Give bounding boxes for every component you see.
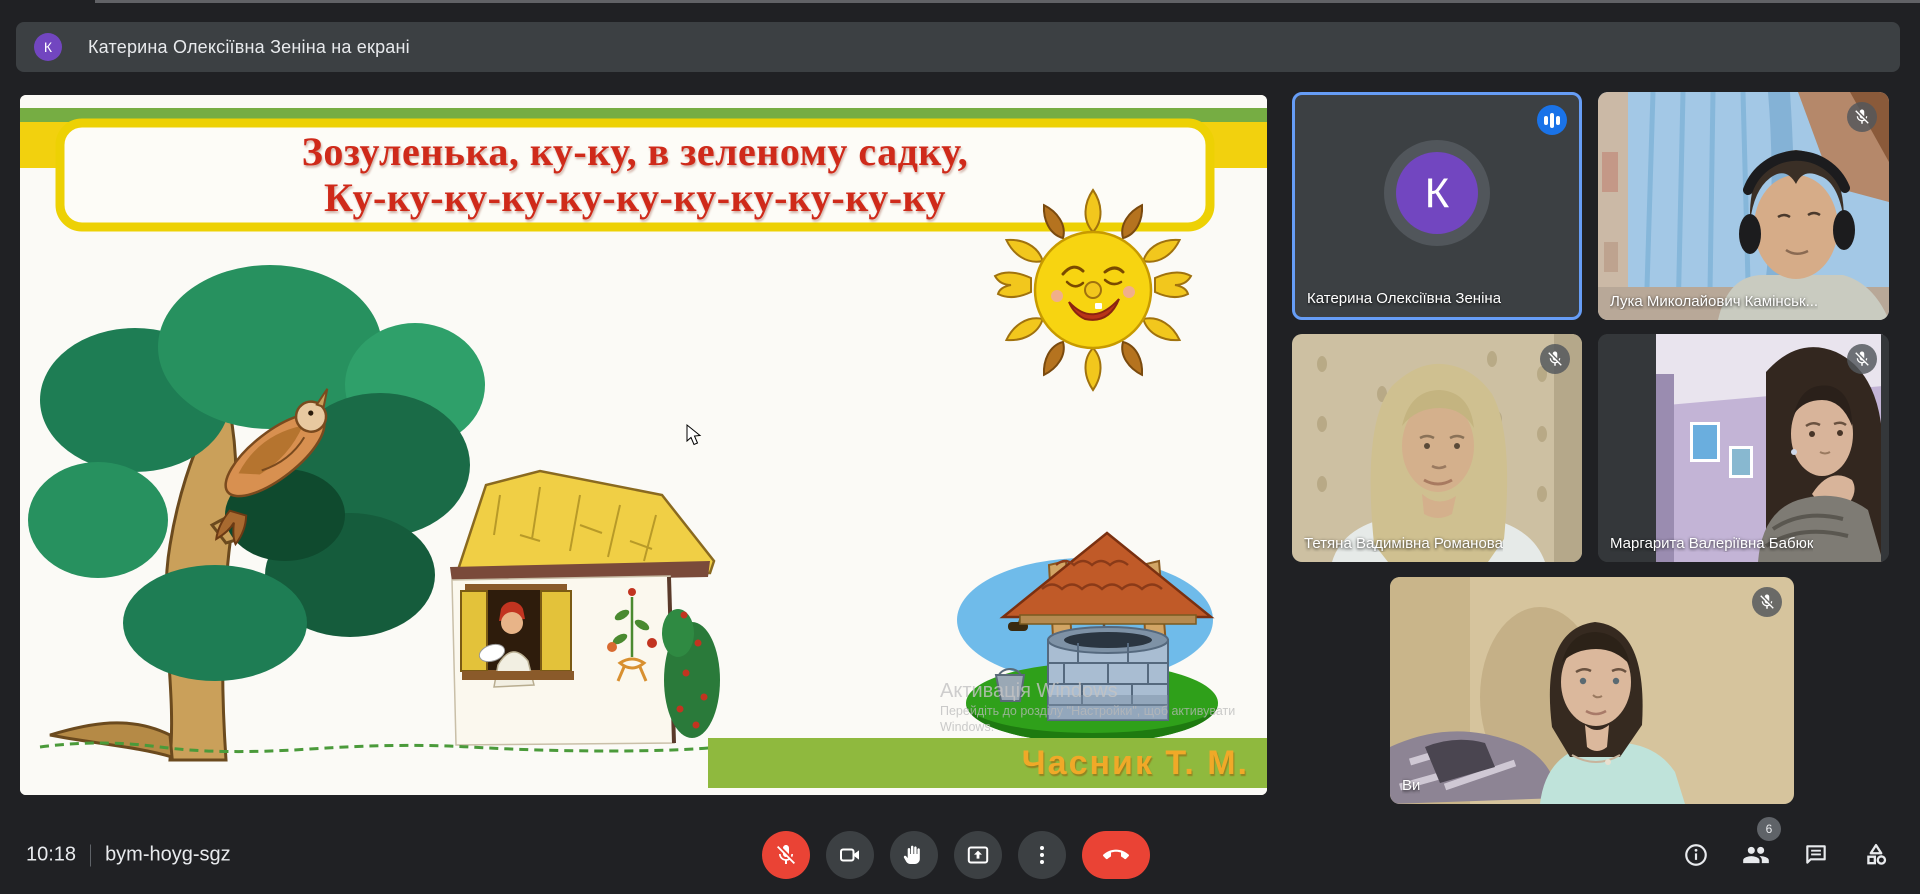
watermark-line1: Активація Windows — [940, 680, 1118, 702]
watermark-line3: Windows. — [940, 720, 995, 734]
people-icon — [1743, 846, 1769, 864]
slide-title-line1: Зозуленька, ку-ку, в зеленому садку, — [301, 129, 969, 174]
screen-share-stage[interactable]: Зозуленька, ку-ку, в зеленому садку, Ку-… — [20, 95, 1267, 795]
mic-off-icon — [777, 845, 795, 864]
participant-tile-katerina[interactable]: К Катерина Олексіївна Зеніна — [1292, 92, 1582, 320]
participant-video — [1292, 334, 1582, 562]
activities-icon — [1867, 843, 1887, 865]
participant-tile-marharyta[interactable]: Маргарита Валеріївна Бабюк — [1598, 334, 1889, 562]
divider — [90, 844, 92, 866]
slide-credit: Часник Т. М. — [708, 738, 1267, 788]
presenter-avatar-letter: К — [43, 39, 53, 55]
end-call-icon — [1103, 849, 1129, 860]
more-options-icon — [1040, 846, 1044, 864]
present-screen-icon — [967, 846, 989, 864]
speaking-indicator-icon — [1537, 105, 1567, 135]
mic-toggle-button[interactable] — [762, 831, 810, 879]
videocam-icon — [840, 848, 859, 862]
mic-muted-icon — [1847, 102, 1877, 132]
participant-video — [1598, 334, 1889, 562]
participant-name: Катерина Олексіївна Зеніна — [1307, 290, 1502, 307]
avatar-ring: К — [1384, 140, 1490, 246]
more-options-button[interactable] — [1018, 831, 1066, 879]
participant-tile-luka[interactable]: Лука Миколайович Камінськ... — [1598, 92, 1889, 320]
presenting-banner: К Катерина Олексіївна Зеніна на екрані — [16, 22, 1900, 72]
slide-title: Зозуленька, ку-ку, в зеленому садку, Ку-… — [60, 129, 1210, 221]
participants-button[interactable]: 6 — [1742, 817, 1781, 869]
raise-hand-icon — [903, 845, 920, 864]
participant-name: Тетяна Вадимівна Романова — [1304, 535, 1503, 552]
participant-count-badge: 6 — [1757, 817, 1781, 841]
end-call-button[interactable] — [1082, 831, 1150, 879]
participant-video — [1598, 92, 1889, 320]
slide-credit-text: Часник Т. М. — [1021, 743, 1249, 782]
google-meet-window: К Катерина Олексіївна Зеніна на екрані З… — [0, 0, 1920, 894]
mic-muted-icon — [1752, 587, 1782, 617]
mic-muted-icon — [1847, 344, 1877, 374]
info-icon — [1685, 844, 1707, 866]
clock: 10:18 — [26, 843, 77, 866]
slide-title-line2: Ку-ку-ку-ку-ку-ку-ку-ку-ку-ку-ку — [323, 175, 946, 220]
present-screen-button[interactable] — [954, 831, 1002, 879]
avatar-letter: К — [1424, 169, 1450, 216]
avatar: К — [1396, 152, 1478, 234]
presenter-avatar: К — [34, 33, 62, 61]
windows-activation-watermark: Активація Windows Перейдіть до розділу "… — [940, 679, 1267, 735]
participant-name: Лука Миколайович Камінськ... — [1610, 293, 1819, 310]
meeting-details-button[interactable] — [1682, 841, 1710, 869]
activities-button[interactable] — [1862, 841, 1890, 869]
meeting-code: bym-hoyg-sgz — [105, 843, 231, 866]
chat-icon — [1806, 845, 1826, 864]
participant-tile-tetiana[interactable]: Тетяна Вадимівна Романова — [1292, 334, 1582, 562]
chat-button[interactable] — [1802, 841, 1830, 869]
mic-muted-icon — [1540, 344, 1570, 374]
window-top-edge — [95, 0, 1920, 3]
participant-tile-self[interactable]: Ви — [1390, 577, 1794, 804]
participant-name: Маргарита Валеріївна Бабюк — [1610, 535, 1814, 552]
raise-hand-button[interactable] — [890, 831, 938, 879]
watermark-line2: Перейдіть до розділу "Настройки", щоб ак… — [940, 704, 1236, 718]
camera-toggle-button[interactable] — [826, 831, 874, 879]
presenting-banner-text: Катерина Олексіївна Зеніна на екрані — [88, 36, 410, 57]
meeting-control-bar: 10:18 bym-hoyg-sgz 6 — [0, 816, 1920, 894]
participant-video — [1390, 577, 1794, 804]
participant-name: Ви — [1402, 777, 1421, 794]
